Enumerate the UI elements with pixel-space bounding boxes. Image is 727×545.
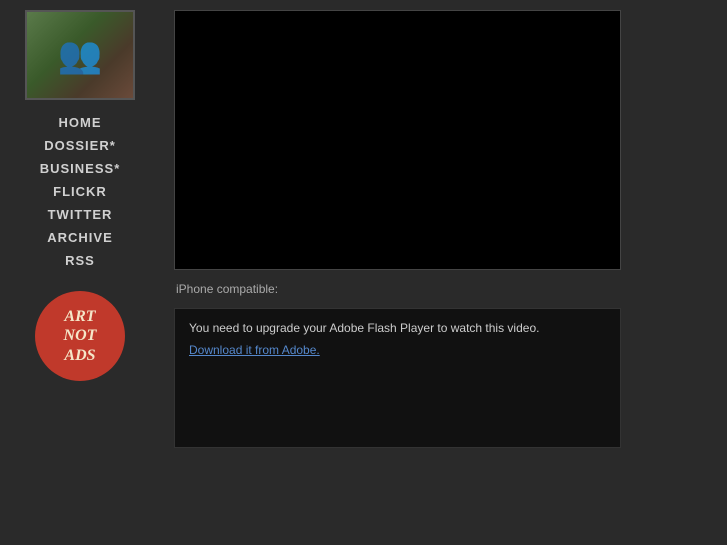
avatar bbox=[25, 10, 135, 100]
nav-menu: HOME DOSSIER* BUSINESS* FLICKR TWITTER A… bbox=[0, 112, 160, 271]
nav-item-rss[interactable]: RSS bbox=[0, 250, 160, 271]
flash-upgrade-message: You need to upgrade your Adobe Flash Pla… bbox=[189, 321, 606, 335]
nav-item-flickr[interactable]: FLICKR bbox=[0, 181, 160, 202]
download-link[interactable]: Download it from Adobe. bbox=[189, 343, 320, 357]
nav-item-dossier[interactable]: DOSSIER* bbox=[0, 135, 160, 156]
nav-item-home[interactable]: HOME bbox=[0, 112, 160, 133]
nav-item-twitter[interactable]: TWITTER bbox=[0, 204, 160, 225]
main-content: iPhone compatible: You need to upgrade y… bbox=[160, 0, 727, 545]
flash-message-box: You need to upgrade your Adobe Flash Pla… bbox=[174, 308, 621, 448]
art-not-ads-badge[interactable]: ART NOT ADS bbox=[35, 291, 125, 381]
nav-item-business[interactable]: BUSINESS* bbox=[0, 158, 160, 179]
video-player[interactable] bbox=[174, 10, 621, 270]
sidebar: HOME DOSSIER* BUSINESS* FLICKR TWITTER A… bbox=[0, 0, 160, 545]
nav-item-archive[interactable]: ARCHIVE bbox=[0, 227, 160, 248]
art-not-ads-text: ART NOT ADS bbox=[64, 307, 97, 365]
iphone-label: iPhone compatible: bbox=[174, 278, 717, 300]
